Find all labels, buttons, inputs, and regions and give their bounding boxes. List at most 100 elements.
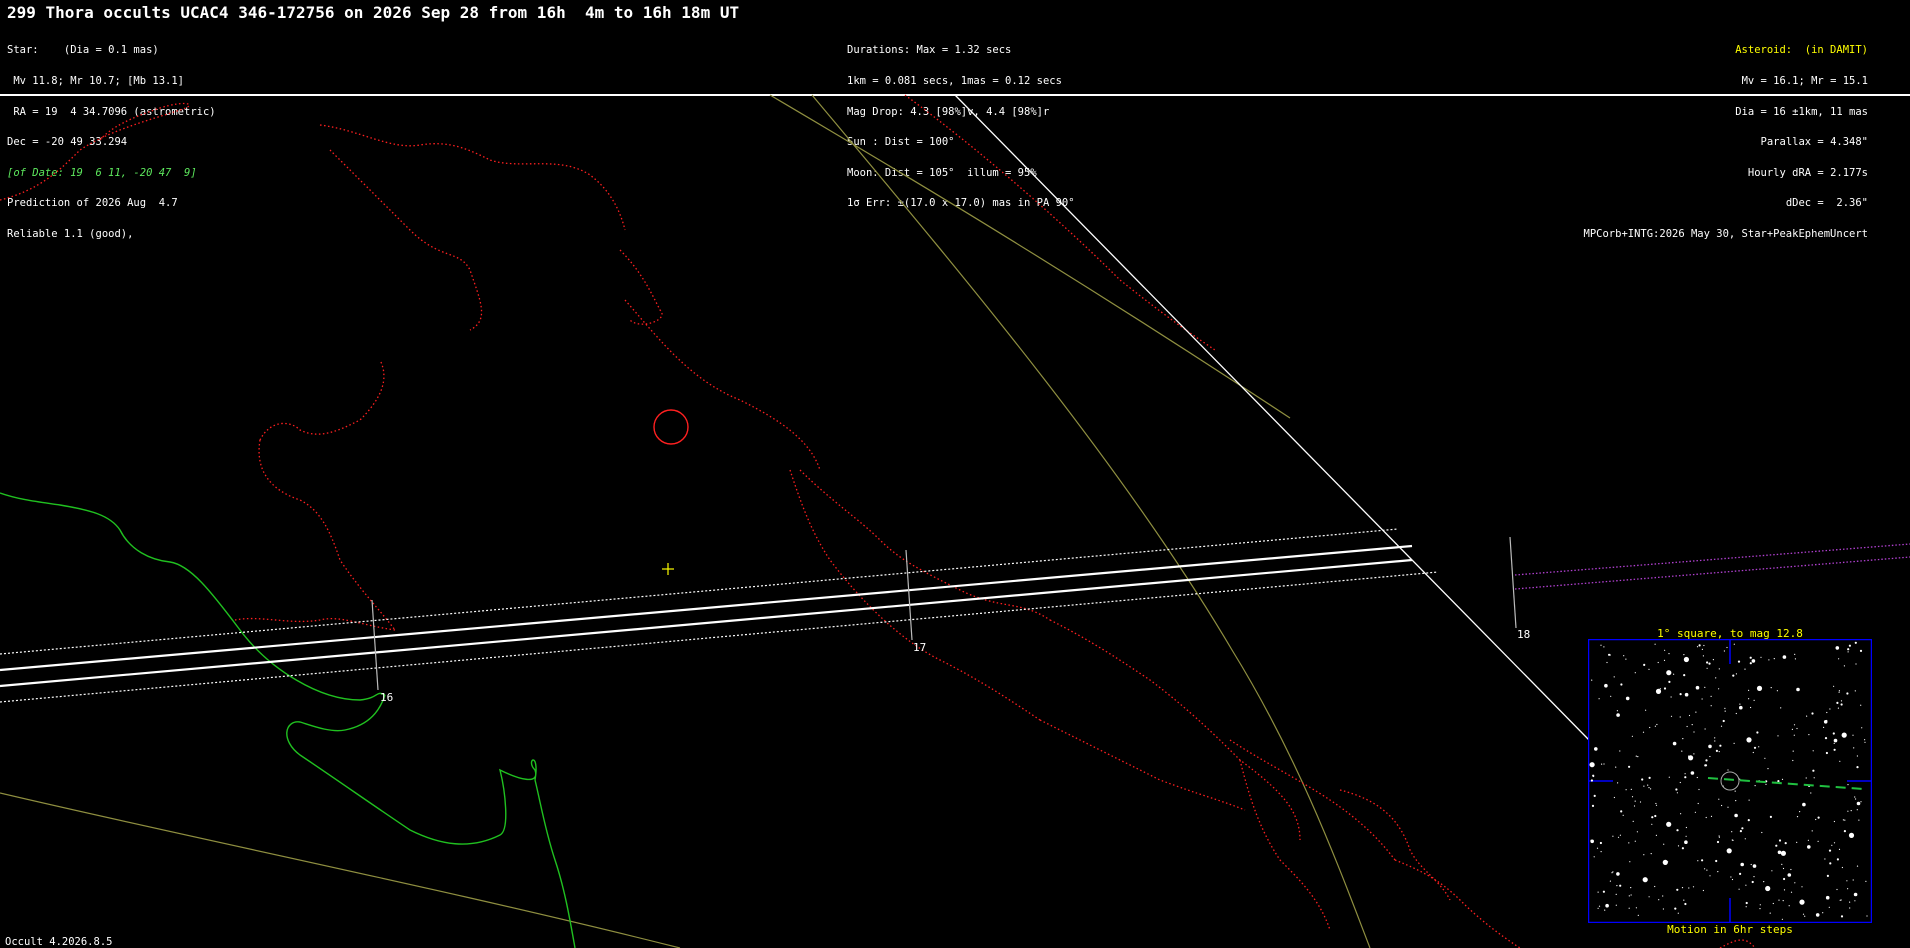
star-dot: [1605, 903, 1609, 908]
star-dot: [1603, 646, 1605, 648]
star-dot: [1721, 804, 1723, 807]
star-dot: [1639, 801, 1642, 803]
star-dot: [1658, 899, 1660, 901]
star-dot: [1825, 751, 1828, 755]
star-dot: [1796, 727, 1798, 730]
star-dot: [1833, 820, 1835, 823]
star-dot: [1724, 710, 1726, 712]
star-dot: [1817, 840, 1819, 842]
star-dot: [1843, 830, 1846, 833]
star-dot: [1616, 885, 1618, 887]
star-dot: [1860, 801, 1862, 803]
star-dot: [1836, 888, 1838, 891]
star-dot: [1701, 859, 1704, 862]
star-dot: [1780, 850, 1786, 856]
star-dot: [1654, 814, 1657, 818]
star-dot: [1840, 915, 1844, 918]
star-dot: [1737, 660, 1741, 663]
star-dot: [1738, 888, 1740, 890]
star-dot: [1807, 839, 1809, 841]
star-dot: [1717, 871, 1719, 873]
star-dot: [1773, 658, 1775, 660]
star-dot: [1715, 749, 1718, 752]
star-dot: [1856, 766, 1859, 769]
star-dot: [1625, 789, 1627, 791]
star-dot: [1634, 672, 1636, 674]
star-dot: [1619, 750, 1621, 752]
star-dot: [1630, 887, 1632, 889]
star-dot: [1662, 859, 1668, 865]
star-dot: [1697, 802, 1699, 805]
star-dot: [1670, 696, 1672, 698]
star-dot: [1842, 819, 1844, 821]
star-dot: [1782, 900, 1784, 902]
star-dot: [1778, 839, 1782, 842]
star-dot: [1654, 885, 1656, 888]
star-dot: [1620, 810, 1623, 813]
star-dot: [1683, 674, 1686, 677]
star-dot: [1796, 841, 1798, 843]
star-dot: [1790, 891, 1793, 893]
star-dot: [1616, 710, 1618, 712]
star-dot: [1666, 670, 1672, 676]
star-dot: [1704, 764, 1708, 767]
star-dot: [1859, 649, 1863, 652]
star-dot: [1590, 839, 1592, 841]
star-dot: [1604, 909, 1606, 911]
star-dot: [1772, 902, 1774, 905]
star-dot: [1782, 867, 1785, 870]
star-dot: [1631, 735, 1633, 737]
star-dot: [1696, 776, 1698, 779]
star-dot: [1655, 802, 1657, 805]
star-dot: [1824, 858, 1826, 860]
border-line: [258, 439, 396, 631]
star-dot: [1718, 668, 1720, 670]
star-dot: [1860, 704, 1862, 706]
observer-circle-marker[interactable]: [653, 409, 689, 445]
star-dot: [1693, 753, 1695, 755]
star-dot: [1623, 655, 1625, 657]
center-crosshair-icon: [662, 563, 674, 575]
star-dot: [1722, 719, 1725, 723]
star-dot: [1799, 899, 1805, 905]
star-dot: [1806, 715, 1808, 717]
star-chart-inset[interactable]: [1588, 639, 1872, 923]
star-dot: [1777, 780, 1780, 783]
path-extension: [1514, 543, 1910, 590]
star-dot: [1822, 912, 1824, 914]
star-dot: [1698, 788, 1700, 791]
star-dot: [1753, 876, 1755, 878]
star-dot: [1844, 819, 1846, 821]
star-dot: [1650, 788, 1652, 790]
star-dot: [1833, 748, 1836, 751]
star-dot: [1858, 819, 1860, 821]
star-dot: [1828, 906, 1830, 908]
border-line: [619, 249, 663, 325]
graticule-line: [811, 94, 1371, 948]
star-dot: [1836, 701, 1839, 704]
star-dot: [1833, 742, 1835, 744]
star-dot: [1765, 885, 1771, 892]
star-dot: [1648, 668, 1650, 670]
time-tick: [905, 549, 913, 641]
star-dot: [1752, 751, 1754, 754]
star-dot: [1840, 700, 1843, 702]
star-dot: [1679, 716, 1681, 718]
star-dot: [1643, 854, 1645, 856]
starchart-caption: Motion in 6hr steps: [1667, 923, 1793, 936]
time-ticks: [371, 536, 1517, 691]
star-dot: [1756, 685, 1763, 691]
star-dot: [1704, 728, 1706, 730]
time-tick-label: 17: [913, 641, 926, 654]
star-dot: [1832, 732, 1835, 735]
border-line: [1719, 939, 1756, 948]
star-dot: [1613, 796, 1615, 799]
star-dot: [1610, 695, 1612, 697]
star-dot: [1769, 912, 1771, 914]
star-dot: [1655, 688, 1662, 694]
star-dot: [1750, 706, 1752, 709]
star-dot: [1710, 695, 1712, 697]
star-dot: [1751, 659, 1756, 663]
star-dot: [1839, 899, 1841, 901]
star-dot: [1764, 757, 1766, 759]
